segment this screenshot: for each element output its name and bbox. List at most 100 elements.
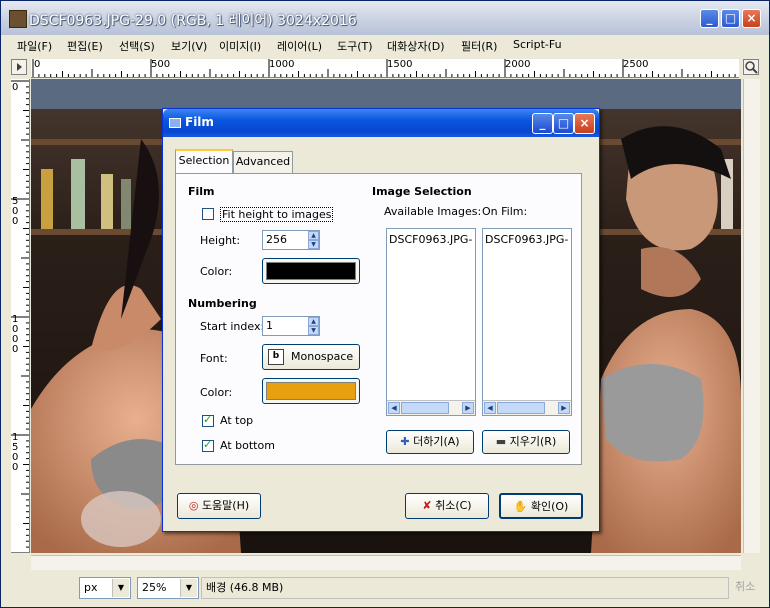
on-film-list[interactable]: DSCF0963.JPG- ◀ ▶	[482, 228, 572, 416]
list-item[interactable]: DSCF0963.JPG-	[485, 233, 568, 246]
cancel-button[interactable]: ✘ 취소(C)	[405, 493, 489, 519]
start-index-label: Start index:	[200, 320, 265, 333]
status-cancel-button[interactable]: 취소	[731, 577, 761, 599]
add-button-label: 더하기(A)	[413, 435, 460, 448]
ok-button-label: 확인(O)	[530, 500, 569, 513]
number-color-button[interactable]	[262, 378, 360, 404]
menu-tools[interactable]: 도구(T)	[337, 38, 373, 54]
quick-mask-toggle[interactable]	[11, 59, 27, 75]
at-top-label: At top	[220, 414, 254, 427]
add-button[interactable]: ✚ 더하기(A)	[386, 430, 474, 454]
fit-height-checkbox[interactable]	[202, 208, 214, 220]
start-index-spinbox[interactable]: 1 ▲ ▼	[262, 316, 320, 336]
vertical-scrollbar[interactable]	[743, 79, 760, 553]
menu-script-fu[interactable]: Script-Fu	[513, 38, 562, 51]
spin-down-icon[interactable]: ▼	[308, 240, 319, 249]
height-spin-buttons: ▲ ▼	[308, 231, 319, 249]
statusbar: px ▼ 25% ▼ 배경 (46.8 MB) 취소	[1, 573, 769, 607]
font-label: Font:	[200, 352, 228, 365]
spin-down-icon[interactable]: ▼	[308, 326, 319, 335]
tab-selection[interactable]: Selection	[175, 149, 233, 174]
film-color-label: Color:	[200, 265, 233, 278]
ok-button[interactable]: ✋ 확인(O)	[499, 493, 583, 519]
chevron-left-icon[interactable]: ◀	[388, 402, 400, 414]
ruler-label-1500: 1500	[387, 59, 413, 70]
dialog-maximize-button[interactable]: □	[553, 113, 574, 134]
chevron-right-icon[interactable]: ▶	[558, 402, 570, 414]
status-cancel-label: 취소	[735, 580, 756, 593]
menubar: 파일(F) 편집(E) 선택(S) 보기(V) 이미지(I) 레이어(L) 도구…	[1, 35, 769, 57]
menu-dialogs[interactable]: 대화상자(D)	[387, 38, 445, 54]
film-color-swatch	[266, 262, 356, 280]
spin-up-icon[interactable]: ▲	[308, 231, 319, 240]
plus-icon: ✚	[400, 435, 410, 448]
window-titlebar[interactable]: DSCF0963.JPG-29.0 (RGB, 1 레이어) 3024x2016…	[1, 1, 769, 35]
close-button[interactable]: ×	[742, 9, 761, 28]
help-lifebuoy-icon: ◎	[188, 499, 199, 512]
scroll-thumb[interactable]	[497, 402, 545, 414]
spin-up-icon[interactable]: ▲	[308, 317, 319, 326]
dialog-close-button[interactable]: ×	[574, 113, 595, 134]
chevron-down-icon: ▼	[180, 579, 197, 597]
film-section-heading: Film	[188, 185, 215, 198]
menu-select[interactable]: 선택(S)	[119, 38, 155, 54]
vruler-label-1000: 1000	[12, 314, 19, 355]
film-dialog: Film _ □ × Selection Advanced Film Fit h…	[162, 108, 600, 532]
ruler-label-1000: 1000	[269, 59, 295, 70]
status-info-text: 배경 (46.8 MB)	[206, 581, 284, 594]
start-index-spin-buttons: ▲ ▼	[308, 317, 319, 335]
menu-view[interactable]: 보기(V)	[171, 38, 207, 54]
cancel-x-icon: ✘	[422, 499, 432, 512]
height-spinbox[interactable]: 256 ▲ ▼	[262, 230, 320, 250]
at-bottom-checkbox[interactable]	[202, 438, 214, 452]
horizontal-ruler[interactable]: 0 500 1000 1500 2000 2500	[31, 59, 739, 78]
available-list-scrollbar[interactable]: ◀ ▶	[387, 400, 475, 415]
menu-file[interactable]: 파일(F)	[17, 38, 52, 54]
film-color-button[interactable]	[262, 258, 360, 284]
menu-edit[interactable]: 편집(E)	[67, 38, 103, 54]
scroll-thumb[interactable]	[401, 402, 449, 414]
film-icon	[169, 118, 181, 128]
height-value: 256	[266, 233, 287, 246]
help-button-label: 도움말(H)	[201, 499, 250, 512]
chevron-left-icon[interactable]: ◀	[484, 402, 496, 414]
number-color-label: Color:	[200, 386, 233, 399]
available-images-list[interactable]: DSCF0963.JPG- ◀ ▶	[386, 228, 476, 416]
at-top-checkbox[interactable]	[202, 413, 214, 427]
number-color-swatch	[266, 382, 356, 400]
horizontal-scrollbar[interactable]	[31, 555, 741, 570]
start-index-value: 1	[266, 319, 273, 332]
dialog-title: Film	[185, 115, 214, 129]
on-film-label: On Film:	[482, 205, 528, 218]
zoom-value: 25%	[142, 581, 167, 594]
dialog-minimize-button[interactable]: _	[532, 113, 553, 134]
ruler-label-2500: 2500	[623, 59, 649, 70]
help-button[interactable]: ◎ 도움말(H)	[177, 493, 261, 519]
minimize-button[interactable]: _	[700, 9, 719, 28]
available-images-label: Available Images:	[384, 205, 482, 218]
ok-handshake-icon: ✋	[513, 500, 528, 513]
selection-panel: Film Fit height to images Height: 256 ▲ …	[175, 173, 582, 465]
ruler-label-0: 0	[34, 59, 41, 70]
zoom-icon[interactable]	[743, 59, 759, 75]
menu-image[interactable]: 이미지(I)	[219, 38, 261, 54]
fit-height-label: Fit height to images	[220, 207, 334, 222]
image-selection-heading: Image Selection	[372, 185, 472, 198]
vruler-label-1500: 1500	[12, 432, 19, 473]
chevron-right-icon[interactable]: ▶	[462, 402, 474, 414]
status-info: 배경 (46.8 MB)	[201, 577, 729, 599]
menu-filters[interactable]: 필터(R)	[461, 38, 497, 54]
menu-layer[interactable]: 레이어(L)	[277, 38, 322, 54]
vertical-ruler[interactable]: 0 500 1000 1500	[11, 79, 30, 553]
tab-advanced[interactable]: Advanced	[233, 151, 293, 173]
minus-icon: ▬	[495, 435, 507, 448]
zoom-select[interactable]: 25% ▼	[137, 577, 199, 599]
dialog-titlebar[interactable]: Film _ □ ×	[163, 109, 599, 137]
unit-select[interactable]: px ▼	[79, 577, 131, 599]
numbering-section-heading: Numbering	[188, 297, 257, 310]
maximize-button[interactable]: □	[721, 9, 740, 28]
font-button[interactable]: b Monospace	[262, 344, 360, 370]
list-item[interactable]: DSCF0963.JPG-	[389, 233, 472, 246]
on-film-list-scrollbar[interactable]: ◀ ▶	[483, 400, 571, 415]
remove-button[interactable]: ▬ 지우기(R)	[482, 430, 570, 454]
